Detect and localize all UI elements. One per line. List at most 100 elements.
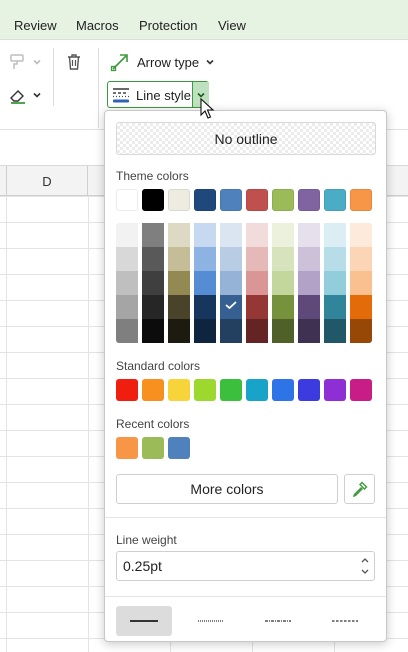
theme-shade-swatch[interactable] <box>220 247 242 271</box>
theme-shade-swatch[interactable] <box>246 223 268 247</box>
theme-shade-swatch[interactable] <box>168 223 190 247</box>
theme-shade-swatch[interactable] <box>194 295 216 319</box>
mouse-cursor-icon <box>200 98 215 119</box>
theme-shade-swatch[interactable] <box>220 319 242 343</box>
theme-shade-swatch[interactable] <box>220 271 242 295</box>
theme-color-swatch[interactable] <box>324 189 346 211</box>
delete-button[interactable] <box>64 52 84 72</box>
recent-color-swatch[interactable] <box>142 437 164 459</box>
standard-color-swatch[interactable] <box>324 379 346 401</box>
theme-shade-swatch[interactable] <box>142 223 164 247</box>
theme-shade-swatch[interactable] <box>298 271 320 295</box>
theme-shade-swatch[interactable] <box>142 247 164 271</box>
theme-shade-swatch[interactable] <box>116 319 138 343</box>
standard-color-swatch[interactable] <box>142 379 164 401</box>
theme-shade-swatch[interactable] <box>350 295 372 319</box>
more-colors-button[interactable]: More colors <box>116 474 338 504</box>
no-outline-button[interactable]: No outline <box>116 122 376 155</box>
menu-review[interactable]: Review <box>14 18 57 33</box>
theme-shade-swatch[interactable] <box>298 247 320 271</box>
line-style-solid[interactable] <box>116 606 172 636</box>
theme-shade-swatch[interactable] <box>324 247 346 271</box>
standard-color-swatch[interactable] <box>220 379 242 401</box>
theme-shade-swatch[interactable] <box>298 319 320 343</box>
theme-shade-swatch[interactable] <box>350 319 372 343</box>
theme-shade-swatch[interactable] <box>350 223 372 247</box>
theme-color-swatch[interactable] <box>116 189 138 211</box>
theme-color-swatch[interactable] <box>194 189 216 211</box>
theme-shade-swatch[interactable] <box>272 319 294 343</box>
eyedropper-button[interactable] <box>344 474 375 504</box>
dash-dot-line-icon <box>265 620 291 622</box>
menu-protection[interactable]: Protection <box>139 18 198 33</box>
theme-shade-swatch[interactable] <box>350 247 372 271</box>
theme-shade-swatch[interactable] <box>168 247 190 271</box>
column-header-d[interactable]: D <box>6 166 88 196</box>
theme-shade-swatch[interactable] <box>272 295 294 319</box>
theme-shade-swatch[interactable] <box>298 295 320 319</box>
theme-shade-swatch[interactable] <box>324 271 346 295</box>
theme-shade-swatch[interactable] <box>220 223 242 247</box>
line-weight-title: Line weight <box>116 533 177 547</box>
theme-shade-swatch[interactable] <box>246 295 268 319</box>
format-painter-button[interactable] <box>8 52 42 72</box>
clear-format-button[interactable] <box>8 85 42 105</box>
standard-color-swatch[interactable] <box>272 379 294 401</box>
eyedropper-icon <box>352 481 367 498</box>
theme-shade-swatch[interactable] <box>350 271 372 295</box>
theme-shade-swatch[interactable] <box>116 247 138 271</box>
theme-shade-swatch[interactable] <box>298 223 320 247</box>
theme-color-swatch[interactable] <box>298 189 320 211</box>
theme-shade-swatch[interactable] <box>246 319 268 343</box>
theme-shade-swatch[interactable] <box>142 271 164 295</box>
standard-color-swatch[interactable] <box>194 379 216 401</box>
theme-shade-swatch[interactable] <box>168 319 190 343</box>
theme-shade-swatch[interactable] <box>272 271 294 295</box>
theme-shade-swatch[interactable] <box>116 271 138 295</box>
standard-color-swatch[interactable] <box>116 379 138 401</box>
chevron-down-icon <box>33 92 41 98</box>
theme-color-swatch[interactable] <box>168 189 190 211</box>
theme-color-swatch[interactable] <box>142 189 164 211</box>
arrow-type-button[interactable]: Arrow type <box>110 52 215 72</box>
theme-shade-swatch[interactable] <box>246 271 268 295</box>
theme-shade-swatch[interactable] <box>116 223 138 247</box>
line-style-dashed[interactable] <box>317 606 373 636</box>
recent-color-swatch[interactable] <box>168 437 190 459</box>
theme-shade-swatch[interactable] <box>194 319 216 343</box>
popup-divider <box>105 596 386 597</box>
theme-shade-swatch[interactable] <box>116 295 138 319</box>
line-style-dotted[interactable] <box>183 606 239 636</box>
standard-color-swatch[interactable] <box>350 379 372 401</box>
theme-color-swatch[interactable] <box>220 189 242 211</box>
theme-shade-swatch[interactable] <box>142 295 164 319</box>
theme-shade-swatch[interactable] <box>194 271 216 295</box>
theme-shade-swatch[interactable] <box>142 319 164 343</box>
spinner-arrows-icon[interactable] <box>360 555 370 577</box>
recent-color-swatch[interactable] <box>116 437 138 459</box>
theme-shade-swatch[interactable] <box>324 223 346 247</box>
theme-shade-swatch[interactable] <box>168 295 190 319</box>
theme-color-swatch[interactable] <box>246 189 268 211</box>
menu-macros[interactable]: Macros <box>76 18 119 33</box>
standard-color-swatch[interactable] <box>298 379 320 401</box>
theme-shade-swatch[interactable] <box>324 295 346 319</box>
menu-view[interactable]: View <box>218 18 246 33</box>
theme-shade-swatch[interactable] <box>246 247 268 271</box>
theme-shade-swatch[interactable] <box>194 247 216 271</box>
theme-shade-swatch[interactable] <box>168 271 190 295</box>
chevron-down-icon <box>33 59 41 65</box>
theme-shade-swatch[interactable] <box>272 223 294 247</box>
theme-color-swatch[interactable] <box>350 189 372 211</box>
theme-color-swatch[interactable] <box>272 189 294 211</box>
theme-shade-swatch[interactable] <box>220 295 242 319</box>
line-style-dash-dot[interactable] <box>250 606 306 636</box>
standard-color-swatch[interactable] <box>246 379 268 401</box>
line-style-button[interactable]: Line style <box>107 81 209 108</box>
theme-shade-swatch[interactable] <box>272 247 294 271</box>
line-weight-input[interactable]: 0.25pt <box>116 551 375 581</box>
theme-shade-swatch[interactable] <box>324 319 346 343</box>
standard-color-swatch[interactable] <box>168 379 190 401</box>
theme-shade-swatch[interactable] <box>194 223 216 247</box>
popup-divider <box>105 517 386 518</box>
